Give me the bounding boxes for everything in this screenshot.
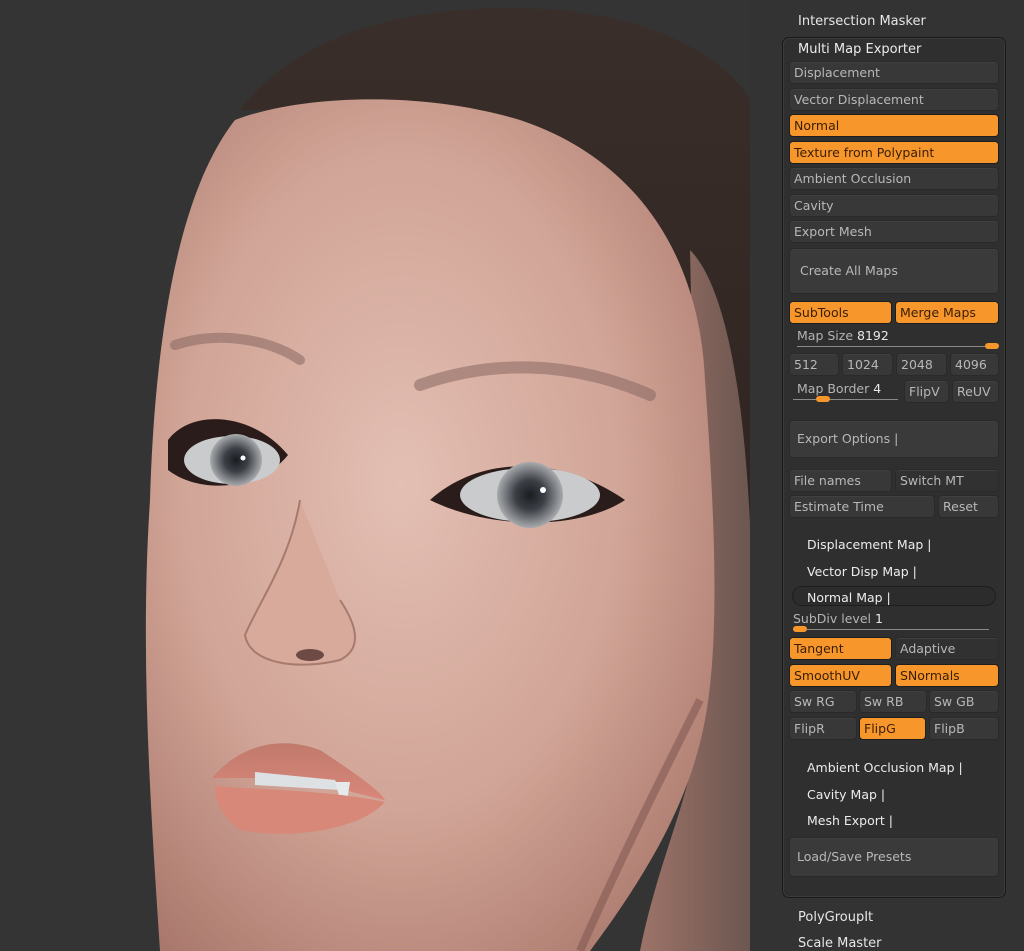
swap-gb-button[interactable]: Sw GB xyxy=(929,690,999,713)
map-size-track[interactable] xyxy=(797,346,999,347)
toggle-ambient-occlusion[interactable]: Ambient Occlusion xyxy=(789,167,999,190)
smoothuv-toggle[interactable]: SmoothUV xyxy=(789,664,892,687)
file-names-button[interactable]: File names xyxy=(789,469,892,492)
left-iris xyxy=(210,434,262,486)
flip-b-button[interactable]: FlipB xyxy=(929,717,999,740)
subdiv-level-knob[interactable] xyxy=(793,626,807,632)
scale-master-header[interactable]: Scale Master xyxy=(798,936,882,951)
map-border-value: 4 xyxy=(873,381,882,396)
export-options-button[interactable]: Export Options | xyxy=(789,420,999,458)
3d-viewport[interactable] xyxy=(0,0,750,951)
flipv-button[interactable]: FlipV xyxy=(904,380,949,403)
estimate-time-button[interactable]: Estimate Time xyxy=(789,495,935,518)
subdiv-level-label: SubDiv level xyxy=(793,611,871,626)
toggle-cavity[interactable]: Cavity xyxy=(789,194,999,217)
polygroupit-header[interactable]: PolyGroupIt xyxy=(798,910,873,925)
create-all-maps-button[interactable]: Create All Maps xyxy=(789,248,999,294)
flip-r-button[interactable]: FlipR xyxy=(789,717,857,740)
adaptive-toggle[interactable]: Adaptive xyxy=(895,637,999,660)
sculpted-head-render xyxy=(145,8,750,951)
map-size-label: Map Size xyxy=(797,328,854,343)
multi-map-exporter-title[interactable]: Multi Map Exporter xyxy=(798,42,921,57)
load-save-presets-button[interactable]: Load/Save Presets xyxy=(789,837,999,877)
switch-mt-button[interactable]: Switch MT xyxy=(895,469,999,492)
reset-button[interactable]: Reset xyxy=(938,495,999,518)
snormals-toggle[interactable]: SNormals xyxy=(895,664,999,687)
map-border-knob[interactable] xyxy=(815,396,830,402)
swap-rg-button[interactable]: Sw RG xyxy=(789,690,857,713)
map-border-label: Map Border xyxy=(797,381,870,396)
map-size-value: 8192 xyxy=(857,328,889,343)
reuv-button[interactable]: ReUV xyxy=(952,380,999,403)
map-border-track[interactable] xyxy=(793,399,898,400)
multi-map-exporter-group: Multi Map Exporter Displacement Vector D… xyxy=(782,37,1006,898)
toggle-normal[interactable]: Normal xyxy=(789,114,999,137)
size-1024-button[interactable]: 1024 xyxy=(842,353,893,376)
vector-disp-map-section[interactable]: Vector Disp Map | xyxy=(807,564,917,579)
subtools-toggle[interactable]: SubTools xyxy=(789,301,892,324)
normal-map-section[interactable]: Normal Map | xyxy=(807,590,891,605)
size-2048-button[interactable]: 2048 xyxy=(896,353,947,376)
size-4096-button[interactable]: 4096 xyxy=(950,353,999,376)
plugin-panel: Intersection Masker Multi Map Exporter D… xyxy=(750,0,1024,951)
tangent-toggle[interactable]: Tangent xyxy=(789,637,892,660)
map-size-knob[interactable] xyxy=(985,343,999,349)
toggle-vector-displacement[interactable]: Vector Displacement xyxy=(789,88,999,111)
toggle-texture-from-polypaint[interactable]: Texture from Polypaint xyxy=(789,141,999,164)
displacement-map-section[interactable]: Displacement Map | xyxy=(807,537,931,552)
swap-rb-button[interactable]: Sw RB xyxy=(859,690,927,713)
flip-g-button[interactable]: FlipG xyxy=(859,717,926,740)
merge-maps-toggle[interactable]: Merge Maps xyxy=(895,301,999,324)
face xyxy=(145,99,715,951)
size-512-button[interactable]: 512 xyxy=(789,353,839,376)
mesh-export-section[interactable]: Mesh Export | xyxy=(807,813,893,828)
ambient-occlusion-map-section[interactable]: Ambient Occlusion Map | xyxy=(807,760,963,775)
right-iris xyxy=(497,462,563,528)
subdiv-level-track[interactable] xyxy=(793,629,989,630)
intersection-masker-header[interactable]: Intersection Masker xyxy=(798,14,926,29)
toggle-displacement[interactable]: Displacement xyxy=(789,61,999,84)
cavity-map-section[interactable]: Cavity Map | xyxy=(807,787,885,802)
toggle-export-mesh[interactable]: Export Mesh xyxy=(789,220,999,243)
subdiv-level-value: 1 xyxy=(874,611,883,626)
